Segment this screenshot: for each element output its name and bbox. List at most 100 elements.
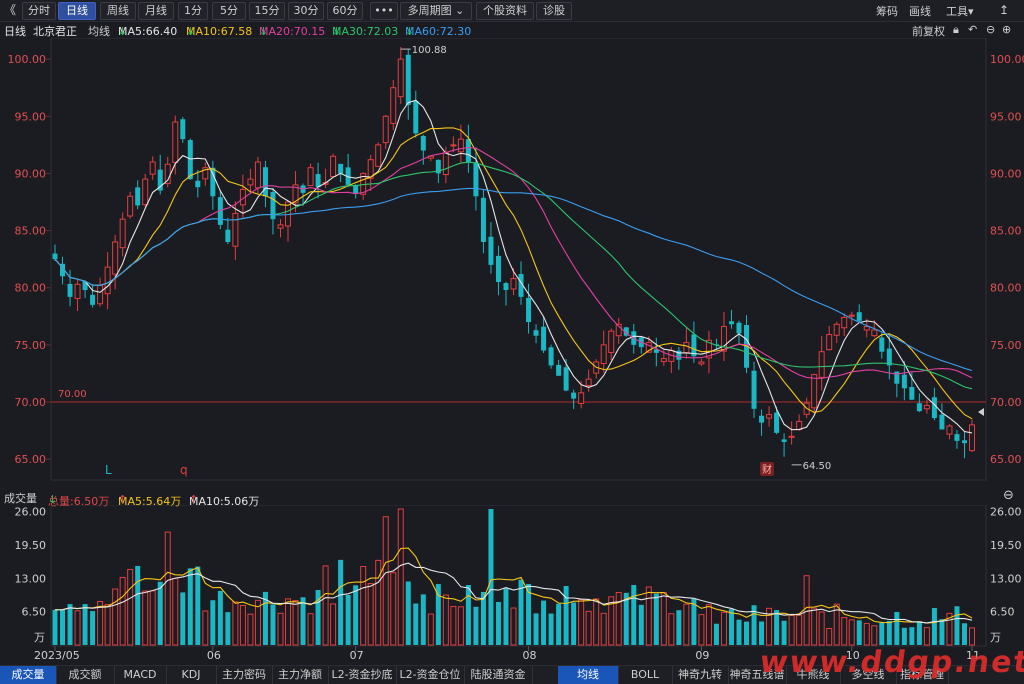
volume-bar bbox=[217, 590, 223, 645]
price-axis-label-left: 65.00 bbox=[15, 453, 47, 466]
volume-bar bbox=[969, 627, 975, 646]
collapse-icon[interactable]: ⊖ bbox=[1003, 488, 1014, 503]
draw-line-button[interactable]: 画线 bbox=[909, 3, 931, 19]
volume-bar bbox=[879, 622, 885, 645]
volume-bar bbox=[683, 603, 690, 646]
period-tab-4[interactable]: 1分 bbox=[178, 2, 208, 20]
candle-body bbox=[826, 334, 833, 351]
low-label: 64.50 bbox=[803, 461, 832, 472]
volume-bar bbox=[457, 606, 464, 646]
tools-button[interactable]: 工具▾ bbox=[946, 3, 974, 19]
indicator-tab-0[interactable]: 成交量 bbox=[0, 666, 57, 684]
x-axis-label: 08 bbox=[523, 649, 537, 662]
volume-bar bbox=[135, 565, 141, 645]
candle-body bbox=[503, 283, 509, 290]
chips-button[interactable]: 筹码 bbox=[876, 3, 898, 19]
volume-info-bar: 成交量 总量:6.50万 ↓ MA5:5.64万 ↑ MA10:5.06万 ↑ ⊖ bbox=[4, 488, 1014, 508]
volume-bar bbox=[450, 606, 457, 646]
volume-bar bbox=[360, 566, 367, 646]
volume-chart[interactable]: 26.00 26.00 19.50 19.50 13.00 13.00 6.50 6.50 万 万… bbox=[0, 505, 1024, 665]
minimize-icon[interactable]: ↥ bbox=[996, 2, 1012, 18]
candle-body bbox=[465, 139, 471, 162]
volume-bar bbox=[397, 508, 404, 646]
indicator-tab-1[interactable]: 成交额 bbox=[56, 666, 115, 684]
zoom-in-icon[interactable]: ⊕ bbox=[1002, 23, 1011, 36]
candle-body bbox=[413, 100, 419, 134]
high-label: 100.88 bbox=[412, 45, 447, 56]
volume-axis-label-left: 19.50 bbox=[15, 539, 47, 552]
period-tab-1[interactable]: 日线 bbox=[58, 2, 96, 20]
adjust-mode[interactable]: 前复权 bbox=[912, 23, 945, 39]
candle-body bbox=[135, 187, 141, 206]
volume-bar bbox=[382, 516, 389, 646]
volume-bar bbox=[563, 585, 569, 645]
volume-bar bbox=[781, 620, 787, 645]
candle-body bbox=[119, 218, 126, 249]
volume-bar bbox=[901, 627, 907, 645]
candle-body bbox=[946, 425, 953, 435]
overlay-tab-0[interactable]: 均线 bbox=[558, 666, 619, 684]
more-button[interactable]: ••• bbox=[370, 2, 398, 20]
candle-body bbox=[277, 224, 284, 229]
volume-bar bbox=[180, 592, 186, 645]
overlay-tab-2[interactable]: 神奇九转 bbox=[672, 666, 729, 684]
candle-body bbox=[390, 87, 397, 124]
undo-icon[interactable]: ↶ bbox=[968, 23, 977, 36]
candle-body bbox=[104, 266, 111, 295]
candle-body bbox=[969, 424, 975, 452]
volume-bar bbox=[886, 620, 892, 645]
indicator-tab-4[interactable]: 主力密码 bbox=[216, 666, 273, 684]
multi-period-button[interactable]: 多周期图 ⌄ bbox=[400, 2, 472, 20]
indicator-tab-6[interactable]: L2-资金抄底 bbox=[328, 666, 397, 684]
volume-axis-label-right: 26.00 bbox=[990, 506, 1022, 519]
volume-bar bbox=[759, 621, 765, 645]
period-tab-3[interactable]: 月线 bbox=[138, 2, 174, 20]
price-frame bbox=[50, 38, 987, 481]
indicator-tab-2[interactable]: MACD bbox=[114, 666, 167, 684]
volume-bar bbox=[465, 584, 471, 645]
ma-toggle[interactable]: 均线 bbox=[88, 23, 110, 39]
period-tab-7[interactable]: 30分 bbox=[288, 2, 324, 20]
volume-bar bbox=[74, 610, 81, 646]
volume-axis-label-left: 6.50 bbox=[22, 606, 47, 619]
indicator-tab-5[interactable]: 主力净额 bbox=[272, 666, 329, 684]
zoom-out-icon[interactable]: ⊖ bbox=[986, 23, 995, 36]
period-tab-0[interactable]: 分时 bbox=[22, 2, 56, 20]
volume-axis-label-left: 26.00 bbox=[15, 506, 47, 519]
back-icon[interactable]: 《 bbox=[2, 2, 18, 18]
overlay-tab-1[interactable]: BOLL bbox=[618, 666, 673, 684]
volume-bar bbox=[571, 602, 577, 645]
event-marker-q: q bbox=[180, 463, 188, 477]
candle-body bbox=[315, 174, 321, 188]
period-tab-5[interactable]: 5分 bbox=[212, 2, 246, 20]
x-axis-label: 2023/05 bbox=[34, 649, 80, 662]
lock-icon[interactable]: 🔒︎ bbox=[953, 23, 959, 37]
volume-axis-label-right: 13.00 bbox=[990, 572, 1022, 585]
candle-body bbox=[548, 347, 554, 366]
period-tab-8[interactable]: 60分 bbox=[327, 2, 363, 20]
stock-profile-button[interactable]: 个股资料 bbox=[476, 2, 534, 20]
period-tab-2[interactable]: 周线 bbox=[100, 2, 136, 20]
candle-body bbox=[954, 434, 960, 441]
tools-label: 工具 bbox=[946, 5, 968, 18]
volume-bar bbox=[803, 575, 810, 646]
volume-bar bbox=[112, 588, 119, 646]
candlestick-chart[interactable]: 100.00 100.00 95.00 95.00 90.00 90.00 85.00 85.… bbox=[0, 38, 1024, 485]
watermark: www.ddgp.net bbox=[757, 645, 1024, 680]
volume-bar bbox=[187, 568, 193, 645]
indicator-tab-3[interactable]: KDJ bbox=[166, 666, 217, 684]
indicator-tab-7[interactable]: L2-资金仓位 bbox=[396, 666, 465, 684]
volume-bar bbox=[533, 613, 539, 645]
volume-bar bbox=[67, 604, 73, 645]
volume-bar bbox=[232, 601, 239, 646]
period-tab-6[interactable]: 15分 bbox=[249, 2, 285, 20]
candle-body bbox=[585, 378, 592, 386]
candle-body bbox=[397, 58, 404, 98]
volume-bar bbox=[774, 610, 780, 645]
volume-bar bbox=[503, 588, 509, 645]
candle-body bbox=[97, 284, 104, 305]
indicator-tab-8[interactable]: 陆股通资金 bbox=[464, 666, 533, 684]
diagnose-button[interactable]: 诊股 bbox=[536, 2, 572, 20]
volume-bar bbox=[676, 610, 682, 645]
multi-period-label: 多周期图 bbox=[407, 4, 452, 17]
